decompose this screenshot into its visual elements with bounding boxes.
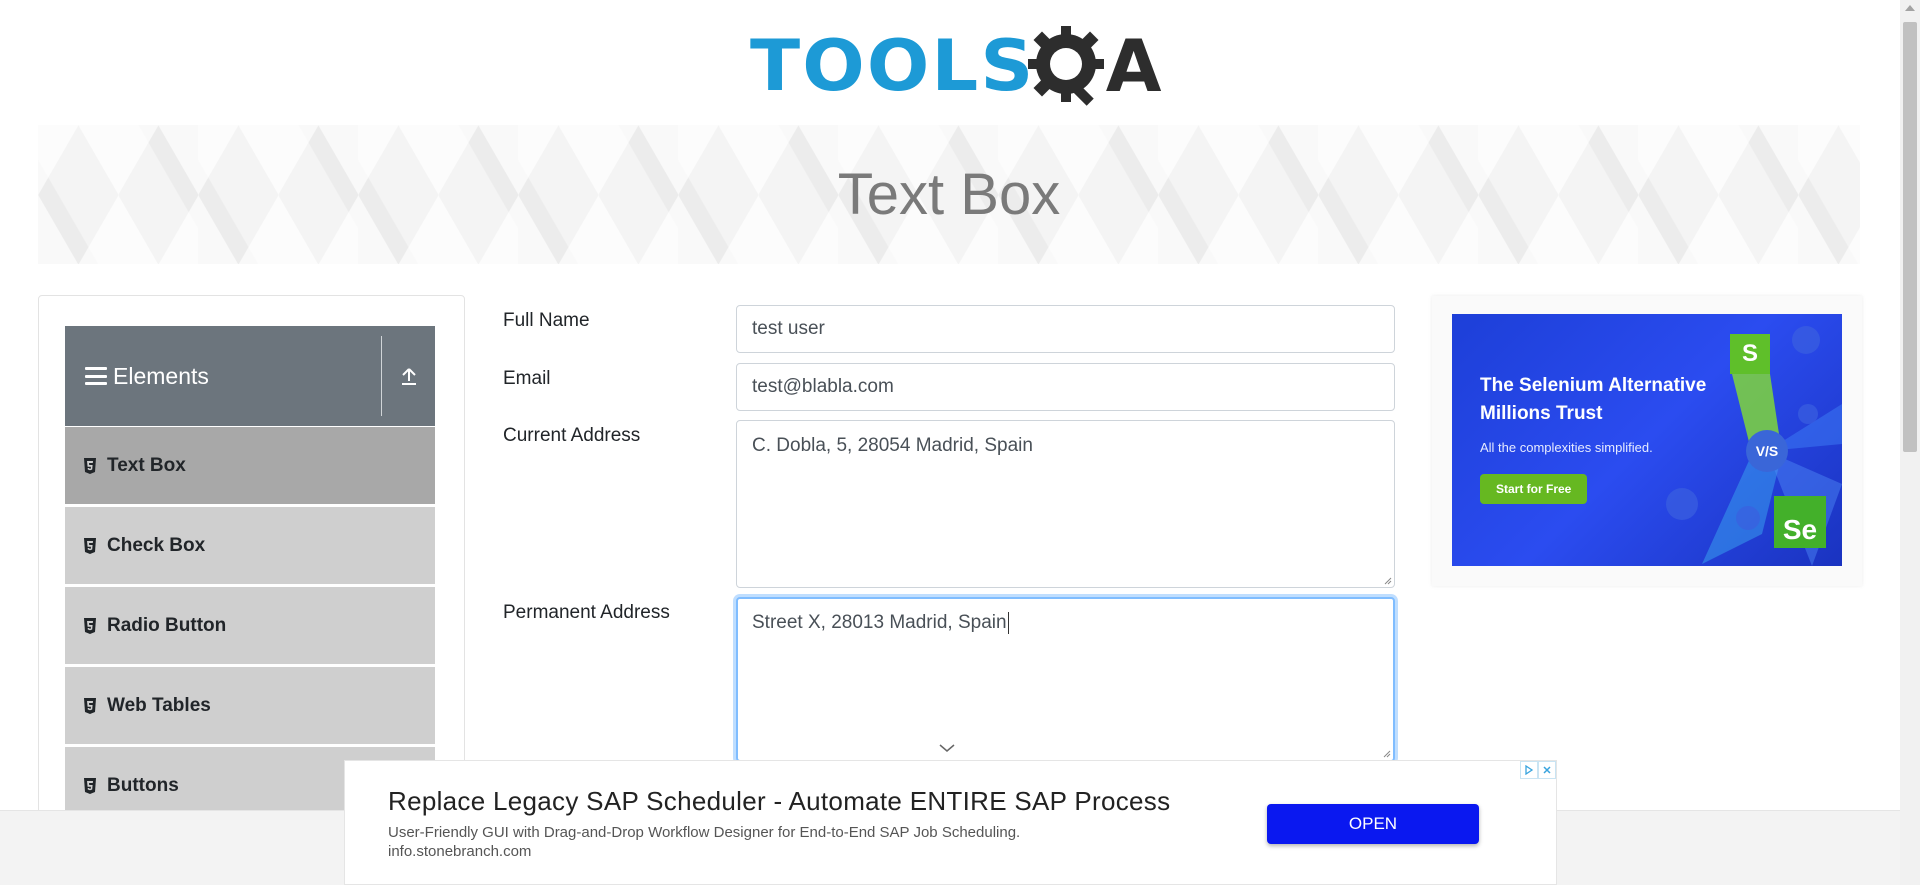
sidebar-item-label: Web Tables [107, 694, 211, 716]
sidebar-item-label: Check Box [107, 534, 206, 556]
page-title: Text Box [837, 162, 1061, 227]
start-for-free-button[interactable]: Start for Free [1480, 474, 1588, 504]
email-label: Email [503, 368, 551, 389]
logo-text-tools: TOOLS [750, 25, 1036, 107]
current-address-label: Current Address [503, 425, 641, 446]
sidebar-item-radio-button[interactable]: Radio Button [65, 586, 435, 664]
html5-icon [84, 697, 96, 714]
chevron-down-icon[interactable] [938, 742, 956, 754]
close-ad-icon[interactable] [1538, 761, 1556, 779]
side-ad-creative[interactable]: S V/S Se The Selenium Alternative Millio… [1452, 314, 1842, 566]
selenium-se-badge: Se [1774, 496, 1826, 548]
scroll-up-arrow-icon[interactable] [1905, 5, 1915, 11]
header-divider [381, 336, 382, 416]
versus-badge: V/S [1746, 430, 1788, 472]
side-ad-subline: All the complexities simplified. [1480, 440, 1653, 455]
full-name-input[interactable]: test user [736, 305, 1395, 353]
email-value: test@blabla.com [752, 376, 894, 397]
sidebar-item-label: Radio Button [107, 614, 227, 636]
group-title: Elements [113, 362, 209, 389]
side-ad-headline: The Selenium Alternative Millions Trust [1480, 375, 1707, 424]
html5-icon [84, 457, 96, 474]
sidebar-item-check-box[interactable]: Check Box [65, 506, 435, 584]
logo-text-a: A [1105, 24, 1162, 108]
elements-group-header[interactable]: Elements [65, 326, 435, 426]
bottom-ad-url[interactable]: info.stonebranch.com [388, 843, 531, 860]
permanent-address-textarea[interactable]: Street X, 28013 Madrid, Spain [736, 597, 1395, 762]
resize-handle-icon[interactable] [1381, 748, 1391, 758]
open-button[interactable]: OPEN [1267, 804, 1479, 844]
current-address-textarea[interactable]: C. Dobla, 5, 28054 Madrid, Spain [736, 420, 1395, 588]
html5-icon [84, 537, 96, 554]
resize-handle-icon[interactable] [1382, 575, 1392, 585]
selenium-s-badge: S [1730, 334, 1770, 374]
sidebar-item-web-tables[interactable]: Web Tables [65, 666, 435, 744]
full-name-label: Full Name [503, 310, 590, 331]
permanent-address-value: Street X, 28013 Madrid, Spain [752, 612, 1007, 633]
ad-choices[interactable] [1520, 761, 1556, 779]
text-caret [1007, 612, 1009, 634]
side-advertisement[interactable]: S V/S Se The Selenium Alternative Millio… [1432, 296, 1862, 586]
toolsqa-logo[interactable]: TOOLS A [750, 18, 1162, 114]
page-banner: Text Box [38, 125, 1860, 264]
html5-icon [84, 777, 96, 794]
sidebar-item-text-box[interactable]: Text Box [65, 426, 435, 504]
full-name-value: test user [752, 318, 825, 339]
permanent-address-label: Permanent Address [503, 602, 670, 623]
bottom-advertisement[interactable]: Replace Legacy SAP Scheduler - Automate … [344, 760, 1557, 885]
sidebar-item-label: Text Box [107, 454, 186, 476]
ad-choices-icon[interactable] [1520, 761, 1538, 779]
html5-icon [84, 617, 96, 634]
gear-magnifier-icon [1026, 24, 1110, 108]
current-address-value: C. Dobla, 5, 28054 Madrid, Spain [752, 435, 1033, 456]
vertical-scrollbar[interactable] [1900, 0, 1920, 885]
bottom-ad-description: User-Friendly GUI with Drag-and-Drop Wor… [388, 824, 1021, 841]
bottom-ad-title[interactable]: Replace Legacy SAP Scheduler - Automate … [388, 786, 1170, 817]
sidebar-item-label: Buttons [107, 774, 179, 796]
scroll-thumb[interactable] [1903, 22, 1917, 452]
collapse-upload-icon[interactable] [383, 326, 435, 426]
hamburger-icon [85, 367, 107, 385]
email-input[interactable]: test@blabla.com [736, 363, 1395, 411]
